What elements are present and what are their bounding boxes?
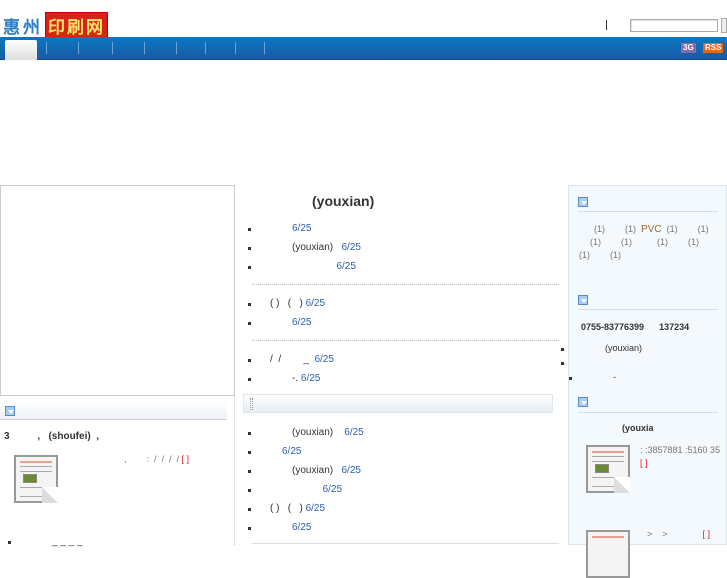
nav-divider: [144, 42, 145, 54]
tag-cloud-row[interactable]: (1) (1): [579, 250, 621, 260]
company-info: : :3857881 :5160 35: [640, 445, 721, 455]
list-item[interactable]: ( ) ( ) 6/25: [247, 298, 325, 309]
divider: [578, 309, 718, 310]
list-item[interactable]: _ _ _ _: [8, 536, 83, 547]
left-banner-box: [0, 185, 235, 396]
document-icon: [586, 445, 630, 493]
search-input[interactable]: [630, 19, 718, 32]
nav-divider: [205, 42, 206, 54]
list-item[interactable]: 6/25: [245, 446, 301, 457]
left-headline[interactable]: 3 , (shoufei) ,: [4, 431, 99, 442]
divider: [578, 412, 718, 413]
nav-divider: [112, 42, 113, 54]
section-icon: [578, 295, 588, 305]
logo-text-1: 惠州: [3, 17, 43, 38]
divider: [252, 284, 559, 285]
list-item[interactable]: -. 6/25: [247, 373, 320, 384]
list-item[interactable]: 6/25: [248, 261, 356, 272]
logo-text-2: 印刷网: [45, 11, 108, 39]
site-logo[interactable]: 惠州 印刷网: [3, 11, 108, 39]
section-icon: [578, 197, 588, 207]
item-path: > >: [647, 529, 668, 539]
document-icon: [14, 455, 58, 503]
detail-link[interactable]: [ ]: [703, 529, 711, 539]
right-sidebar: (1) (1) PVC (1) (1) (1) (1) (1) (1) (1) …: [560, 185, 727, 578]
nav-divider: [176, 42, 177, 54]
detail-link[interactable]: [ ]: [640, 458, 648, 468]
left-desc: , : / / / /: [124, 454, 180, 464]
nav-divider: [264, 42, 265, 54]
section-icon: [5, 406, 15, 416]
contact-item[interactable]: -: [569, 372, 616, 382]
list-item[interactable]: 6/25: [246, 522, 311, 533]
nav-tab-home[interactable]: [5, 40, 37, 60]
list-item[interactable]: ( ) ( ) 6/25: [247, 503, 325, 514]
divider: [252, 543, 559, 544]
3g-link[interactable]: 3G: [681, 43, 696, 53]
center-section-header: [243, 394, 553, 413]
list-item[interactable]: (youxian) 6/25: [248, 242, 361, 253]
header-separator: [606, 20, 607, 30]
list-item[interactable]: 6/25: [247, 484, 342, 495]
main-nav: 3G RSS: [0, 37, 727, 60]
search-button[interactable]: [721, 18, 727, 33]
divider: [252, 340, 559, 341]
list-item[interactable]: 6/25: [246, 317, 311, 328]
center-title: (youxian): [312, 193, 375, 209]
nav-divider: [235, 42, 236, 54]
section-icon: [578, 397, 588, 407]
company-name[interactable]: (youxia: [622, 423, 654, 433]
list-item[interactable]: (youxian) 6/25: [248, 427, 364, 438]
left-section-header: [0, 402, 227, 420]
nav-divider: [46, 42, 47, 54]
list-item[interactable]: / / _ 6/25: [248, 354, 334, 365]
rss-link[interactable]: RSS: [703, 43, 724, 53]
column-divider: [234, 396, 235, 545]
contact-item[interactable]: (youxian): [560, 343, 642, 353]
divider: [578, 211, 718, 212]
list-item[interactable]: 6/25: [246, 223, 311, 234]
nav-divider: [78, 42, 79, 54]
detail-link[interactable]: [ ]: [182, 454, 190, 464]
contact-phone: 0755-83776399 137234: [581, 322, 690, 332]
tag-cloud[interactable]: (1) (1) PVC (1) (1): [594, 224, 709, 235]
tag-cloud-row[interactable]: (1) (1) (1) (1): [590, 237, 699, 247]
document-icon: [586, 530, 630, 578]
list-item[interactable]: (youxian) 6/25: [248, 465, 361, 476]
